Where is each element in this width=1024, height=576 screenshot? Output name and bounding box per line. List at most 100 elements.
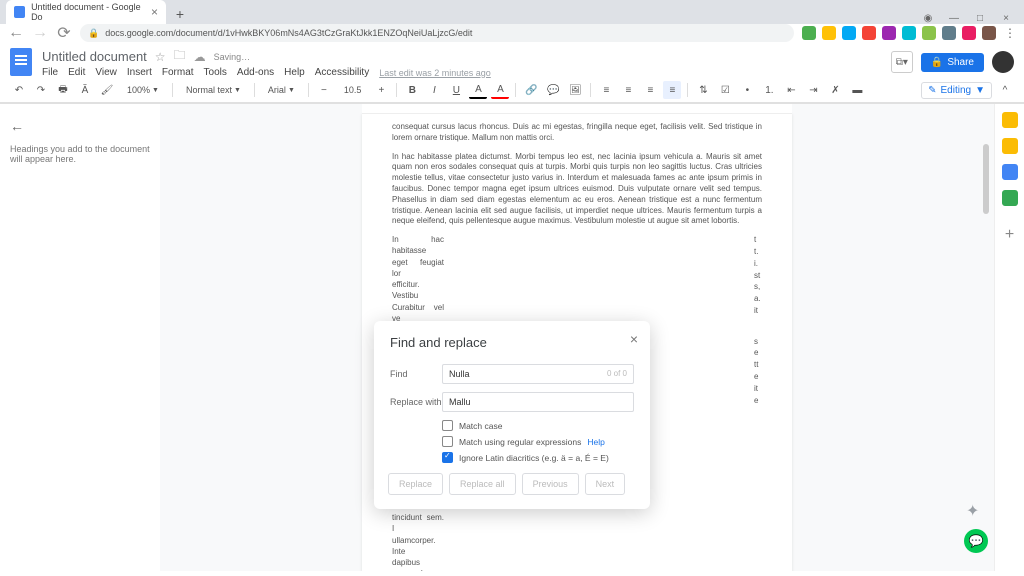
tasks-icon[interactable] — [1002, 164, 1018, 180]
paragraph[interactable]: s, — [754, 282, 762, 293]
paragraph[interactable]: it — [754, 384, 762, 395]
menu-insert[interactable]: Insert — [127, 67, 152, 78]
paragraph[interactable]: In hac habitasse platea dictumst. Morbi … — [392, 152, 762, 228]
increase-font-icon[interactable]: + — [372, 81, 390, 99]
contacts-icon[interactable] — [1002, 190, 1018, 206]
number-list-icon[interactable]: 1. — [760, 81, 778, 99]
align-left-icon[interactable]: ≡ — [597, 81, 615, 99]
menu-file[interactable]: File — [42, 67, 58, 78]
link-icon[interactable]: 🔗 — [522, 81, 540, 99]
paragraph[interactable]: consequat cursus lacus rhoncus. Duis ac … — [392, 122, 762, 144]
image-icon[interactable]: 🖼 — [566, 81, 584, 99]
add-addon-icon[interactable]: + — [1005, 226, 1014, 244]
back-icon[interactable]: ← — [8, 25, 24, 41]
menu-accessibility[interactable]: Accessibility — [315, 67, 369, 78]
close-window-icon[interactable]: × — [1000, 13, 1012, 24]
present-button[interactable]: ⧉▾ — [891, 51, 913, 73]
paragraph[interactable]: st — [754, 271, 762, 282]
browser-tab[interactable]: Untitled document - Google Do × — [6, 0, 166, 24]
paragraph[interactable]: efficitur. Vestibu — [392, 280, 444, 302]
extension-icon-5[interactable] — [902, 26, 916, 40]
bold-icon[interactable]: B — [403, 81, 421, 99]
extension-icon-3[interactable] — [862, 26, 876, 40]
keep-icon[interactable] — [1002, 138, 1018, 154]
menu-add-ons[interactable]: Add-ons — [237, 67, 274, 78]
next-button[interactable]: Next — [585, 473, 626, 495]
font-select[interactable]: Arial▼ — [261, 83, 302, 97]
star-icon[interactable]: ☆ — [155, 50, 166, 64]
extension-icon-1[interactable] — [822, 26, 836, 40]
paragraph[interactable]: e — [754, 396, 762, 407]
paragraph[interactable]: e — [754, 372, 762, 383]
minimize-icon[interactable]: — — [948, 13, 960, 24]
paint-format-icon[interactable]: 🖌 — [98, 81, 116, 99]
paragraph[interactable]: t. — [754, 247, 762, 258]
menu-edit[interactable]: Edit — [68, 67, 85, 78]
last-edit-link[interactable]: Last edit was 2 minutes ago — [379, 68, 491, 78]
font-size[interactable]: 10.5 — [337, 83, 369, 97]
replace-input[interactable]: Mallu — [442, 392, 634, 412]
italic-icon[interactable]: I — [425, 81, 443, 99]
print-icon[interactable]: 🖶 — [54, 81, 72, 99]
menu-format[interactable]: Format — [162, 67, 194, 78]
calendar-icon[interactable] — [1002, 112, 1018, 128]
browser-menu-icon[interactable]: ⋮ — [1004, 26, 1016, 40]
decrease-font-icon[interactable]: − — [315, 81, 333, 99]
clear-format-icon[interactable]: ✗ — [826, 81, 844, 99]
paragraph[interactable]: ullamcorper. Inte — [392, 536, 444, 558]
paragraph[interactable]: eget feugiat lor — [392, 258, 444, 280]
previous-button[interactable]: Previous — [522, 473, 579, 495]
paragraph[interactable]: t — [754, 235, 762, 246]
collapse-toolbar-icon[interactable]: ^ — [996, 81, 1014, 99]
cast-icon[interactable]: ◉ — [922, 13, 934, 24]
extension-icon-7[interactable] — [942, 26, 956, 40]
find-input[interactable]: Nulla 0 of 0 — [442, 364, 634, 384]
align-justify-icon[interactable]: ≡ — [663, 81, 681, 99]
move-icon[interactable]: 🗀 — [174, 46, 186, 67]
doc-title[interactable]: Untitled document — [42, 49, 147, 64]
undo-icon[interactable]: ↶ — [10, 81, 28, 99]
menu-help[interactable]: Help — [284, 67, 305, 78]
input-tools-icon[interactable]: ▬ — [848, 81, 866, 99]
extension-icon-4[interactable] — [882, 26, 896, 40]
extension-icon-2[interactable] — [842, 26, 856, 40]
ruler[interactable] — [362, 104, 792, 114]
replace-all-button[interactable]: Replace all — [449, 473, 516, 495]
paragraph[interactable]: tt — [754, 360, 762, 371]
paragraph[interactable]: it — [754, 306, 762, 317]
decrease-indent-icon[interactable]: ⇤ — [782, 81, 800, 99]
paragraph[interactable]: tincidunt sem. I — [392, 513, 444, 535]
regex-checkbox[interactable] — [442, 436, 453, 447]
extension-icon-9[interactable] — [982, 26, 996, 40]
redo-icon[interactable]: ↷ — [32, 81, 50, 99]
paragraph[interactable]: i. — [754, 259, 762, 270]
replace-button[interactable]: Replace — [388, 473, 443, 495]
extension-icon-0[interactable] — [802, 26, 816, 40]
regex-help-link[interactable]: Help — [587, 437, 604, 447]
mode-select[interactable]: ✎ Editing ▼ — [921, 82, 992, 99]
help-fab-icon[interactable]: 💬 — [964, 529, 988, 553]
zoom-select[interactable]: 100%▼ — [120, 83, 166, 97]
outline-back-icon[interactable]: ← — [10, 118, 150, 134]
extension-icon-6[interactable] — [922, 26, 936, 40]
share-button[interactable]: 🔒 Share — [921, 53, 984, 72]
text-color-icon[interactable]: A — [469, 81, 487, 99]
menu-tools[interactable]: Tools — [204, 67, 227, 78]
maximize-icon[interactable]: □ — [974, 13, 986, 24]
new-tab-button[interactable]: + — [170, 4, 190, 24]
scroll-thumb[interactable] — [983, 144, 989, 214]
checklist-icon[interactable]: ☑ — [716, 81, 734, 99]
diacritics-checkbox[interactable] — [442, 452, 453, 463]
match-case-checkbox[interactable] — [442, 420, 453, 431]
bullet-list-icon[interactable]: • — [738, 81, 756, 99]
paragraph[interactable]: e — [754, 348, 762, 359]
extension-icon-8[interactable] — [962, 26, 976, 40]
paragraph[interactable]: s — [754, 337, 762, 348]
menu-view[interactable]: View — [95, 67, 117, 78]
paragraph[interactable]: dapibus commod — [392, 558, 444, 571]
underline-icon[interactable]: U — [447, 81, 465, 99]
reload-icon[interactable]: ⟳ — [56, 25, 72, 41]
address-bar[interactable]: 🔒 docs.google.com/document/d/1vHwkBKY06m… — [80, 24, 794, 42]
style-select[interactable]: Normal text▼ — [179, 83, 248, 97]
comment-icon[interactable]: 💬 — [544, 81, 562, 99]
